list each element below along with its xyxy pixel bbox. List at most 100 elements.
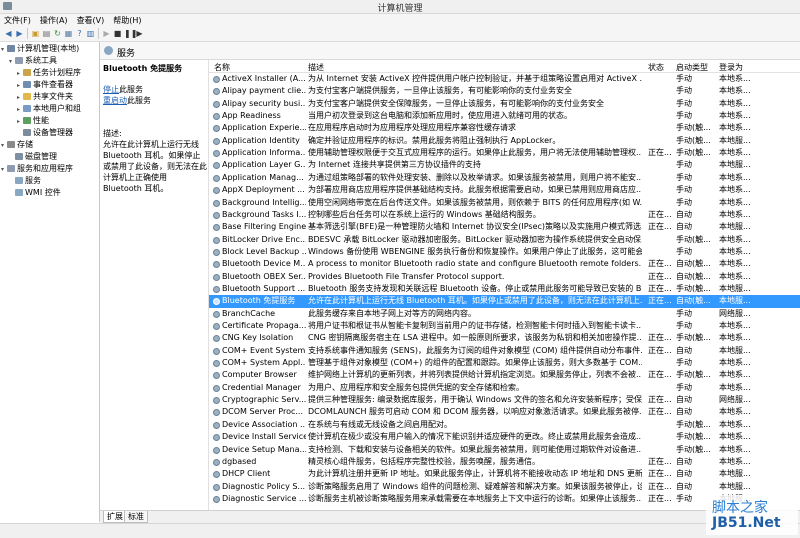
- toolbar-separator: [27, 28, 28, 39]
- service-description-cell: 在应用程序启动时为应用程序处理应用程序兼容性缓存请求: [308, 123, 516, 133]
- service-startup-type-cell: 手动: [676, 246, 692, 256]
- service-row[interactable]: Application Experie... 在应用程序启动时为应用程序处理应用程…: [209, 122, 800, 134]
- service-row[interactable]: CNG Key Isolation CNG 密钥隔离服务宿主在 LSA 进程中。如…: [209, 332, 800, 344]
- service-logon-cell: 本地系...: [719, 333, 751, 343]
- service-row[interactable]: Device Install Service 使计算机在极少或没有用户输入的情况下…: [209, 431, 800, 443]
- menu-file[interactable]: 文件(F): [0, 14, 36, 26]
- menu-view[interactable]: 查看(V): [73, 14, 110, 26]
- service-gear-icon: [213, 471, 220, 479]
- service-row[interactable]: dgbased 精灵核心组件服务，包括程序完整性校验，服务唤醒，服务通信。 正在..…: [209, 456, 800, 468]
- service-row[interactable]: DHCP Client 为此计算机注册并更新 IP 地址。如果此服务停止，计算机将…: [209, 468, 800, 480]
- service-status-cell: 正在...: [648, 271, 672, 281]
- export-list-icon[interactable]: ▦: [64, 29, 73, 38]
- column-header-description[interactable]: 描述: [308, 62, 324, 73]
- tree-node-storage[interactable]: ▾ 存储: [1, 139, 33, 150]
- column-header-name[interactable]: 名称: [214, 62, 230, 73]
- column-header-startup-type[interactable]: 启动类型: [676, 62, 708, 73]
- menu-help[interactable]: 帮助(H): [109, 14, 146, 26]
- forward-arrow-icon[interactable]: ▶: [15, 29, 24, 38]
- service-row[interactable]: BitLocker Drive Enc... BDESVC 承载 BitLocke…: [209, 234, 800, 246]
- refresh-icon[interactable]: ↻: [53, 29, 62, 38]
- service-startup-type-cell: 手动: [676, 98, 692, 108]
- service-status-cell: 正在...: [648, 283, 672, 293]
- service-row[interactable]: BranchCache 此服务缓存来自本地子网上对等方的网络内容。 手动 网络服...: [209, 308, 800, 320]
- service-row[interactable]: Device Setup Mana... 支持检测、下载和安装与设备相关的软件。如…: [209, 444, 800, 456]
- tree-node-computer-management[interactable]: ▾ 计算机管理(本地): [1, 43, 79, 54]
- tree-node-local-users-groups[interactable]: ▸ 本地用户和组: [17, 103, 81, 114]
- service-row[interactable]: Base Filtering Engine 基本筛选引擎(BFE)是一种管理防火墙…: [209, 221, 800, 233]
- service-name-cell: Application Identity: [222, 135, 300, 145]
- service-row[interactable]: App Readiness 当用户初次登录到这台电脑和添加新应用时，使应用进入就绪…: [209, 110, 800, 122]
- service-row[interactable]: Application Identity 确定并验证应用程序的标识。禁用此服务将阻…: [209, 135, 800, 147]
- tree-node-services[interactable]: 服务: [9, 175, 41, 186]
- service-row[interactable]: Alipay payment clie... 为支付宝客户端提供服务，一旦停止该服…: [209, 85, 800, 97]
- service-row[interactable]: Block Level Backup ... Windows 备份使用 WBENG…: [209, 246, 800, 258]
- tree-node-shared-folders[interactable]: ▸ 共享文件夹: [17, 91, 73, 102]
- service-row[interactable]: Bluetooth 免提服务 允许在此计算机上运行无线 Bluetooth 耳机。…: [209, 295, 800, 308]
- service-row[interactable]: AppX Deployment ... 为部署应用商店应用程序提供基础结构支持。此…: [209, 184, 800, 196]
- computer-icon: [7, 45, 15, 52]
- tree-node-wmi-control[interactable]: WMI 控件: [9, 187, 61, 198]
- service-startup-type-cell: 自动: [676, 407, 692, 417]
- service-row[interactable]: Bluetooth OBEX Ser... Provides Bluetooth …: [209, 271, 800, 283]
- service-row[interactable]: Credential Manager 为用户、应用程序和安全服务包提供凭据的安全存…: [209, 382, 800, 394]
- show-hide-tree-icon[interactable]: ▣: [31, 29, 40, 38]
- service-row[interactable]: Bluetooth Support ... Bluetooth 服务支持发现和关联…: [209, 283, 800, 295]
- service-logon-cell: 本地系...: [719, 271, 751, 281]
- tree-node-label: 性能: [33, 116, 49, 125]
- service-row[interactable]: Application Informa... 使用辅助管理权限便于交互式应用程序的…: [209, 147, 800, 159]
- service-row[interactable]: Background Tasks I... 控制哪些后台任务可以在系统上运行的 W…: [209, 209, 800, 221]
- stop-service-link[interactable]: 停止: [103, 85, 119, 94]
- info-icon[interactable]: ▥: [86, 29, 95, 38]
- service-row[interactable]: ActiveX Installer (A... 为从 Internet 安装 Ac…: [209, 73, 800, 85]
- service-row[interactable]: Computer Browser 维护网络上计算机的更新列表，并将列表提供给计算机…: [209, 369, 800, 381]
- service-row[interactable]: Bluetooth Device M... A process to monito…: [209, 258, 800, 270]
- service-gear-icon: [213, 273, 220, 281]
- tree-node-system-tools[interactable]: ▾ 系统工具: [9, 55, 57, 66]
- service-row[interactable]: Certificate Propaga... 将用户证书和根证书从智能卡复制到当前…: [209, 320, 800, 332]
- site-watermark: 脚本之家 JB51.Net: [706, 495, 798, 535]
- service-row[interactable]: Diagnostic Policy S... 诊断策略服务启用了 Windows …: [209, 481, 800, 493]
- service-row[interactable]: Alipay security busi... 为支付宝客户端提供安全保障服务，一…: [209, 98, 800, 110]
- service-row[interactable]: Application Manag... 为通过组策略部署的软件处理安装、删除以及…: [209, 172, 800, 184]
- tree-node-device-manager[interactable]: 设备管理器: [17, 127, 73, 138]
- column-header-log-on-as[interactable]: 登录为: [719, 62, 743, 73]
- menu-bar: 文件(F) 操作(A) 查看(V) 帮助(H): [0, 14, 800, 26]
- service-row[interactable]: Cryptographic Serv... 提供三种管理服务: 编录数据库服务，用…: [209, 394, 800, 406]
- restart-service-link[interactable]: 重启动: [103, 96, 127, 105]
- back-arrow-icon[interactable]: ◀: [4, 29, 13, 38]
- tree-node-performance[interactable]: ▸ 性能: [17, 115, 49, 126]
- tree-node-disk-management[interactable]: 磁盘管理: [9, 151, 57, 162]
- tree-node-event-viewer[interactable]: ▸ 事件查看器: [17, 79, 73, 90]
- service-startup-type-cell: 手动: [676, 172, 692, 182]
- service-description-cell: 在系统与有线或无线设备之间启用配对。: [308, 419, 452, 429]
- service-row[interactable]: COM+ System Appl... 管理基于组件对象模型 (COM+) 的组件…: [209, 357, 800, 369]
- service-gear-icon: [213, 409, 220, 417]
- service-row[interactable]: DCOM Server Proc... DCOMLAUNCH 服务可启动 COM …: [209, 406, 800, 418]
- properties-icon[interactable]: ▤: [42, 29, 51, 38]
- tree-node-task-scheduler[interactable]: ▸ 任务计划程序: [17, 67, 81, 78]
- service-description-cell: BDESVC 承载 BitLocker 驱动器加密服务。BitLocker 驱动…: [308, 234, 642, 244]
- play-icon[interactable]: ▶: [102, 29, 111, 38]
- help-icon[interactable]: ?: [75, 29, 84, 38]
- column-header-status[interactable]: 状态: [648, 62, 664, 73]
- service-row[interactable]: Device Association ... 在系统与有线或无线设备之间启用配对。…: [209, 419, 800, 431]
- service-name-cell: BranchCache: [222, 308, 276, 318]
- watermark-text-en: JB51.Net: [712, 515, 781, 531]
- tab-standard[interactable]: 标准: [124, 511, 148, 523]
- service-description-cell: 精灵核心组件服务，包括程序完整性校验，服务唤醒，服务通信。: [308, 456, 540, 466]
- service-row[interactable]: Application Layer G... 为 Internet 连接共享提供第…: [209, 159, 800, 171]
- service-row[interactable]: Background Intellig... 使用空闲网络带宽在后台传送文件。如果…: [209, 197, 800, 209]
- menu-action[interactable]: 操作(A): [36, 14, 73, 26]
- tree-node-services-and-applications[interactable]: ▾ 服务和应用程序: [1, 163, 73, 174]
- stop-icon[interactable]: ■: [113, 29, 122, 38]
- restart-icon[interactable]: ▶: [135, 29, 144, 38]
- service-status-cell: 正在...: [648, 296, 672, 306]
- service-logon-cell: 本地系...: [719, 456, 751, 466]
- service-row[interactable]: COM+ Event System 支持系统事件通知服务 (SENS)，此服务为订…: [209, 345, 800, 357]
- service-startup-type-cell: 手动: [676, 308, 692, 318]
- pause-icon[interactable]: ❚❚: [124, 29, 137, 38]
- service-status-cell: 正在...: [648, 456, 672, 466]
- service-status-cell: 正在...: [648, 148, 672, 158]
- service-startup-type-cell: 手动: [676, 321, 692, 330]
